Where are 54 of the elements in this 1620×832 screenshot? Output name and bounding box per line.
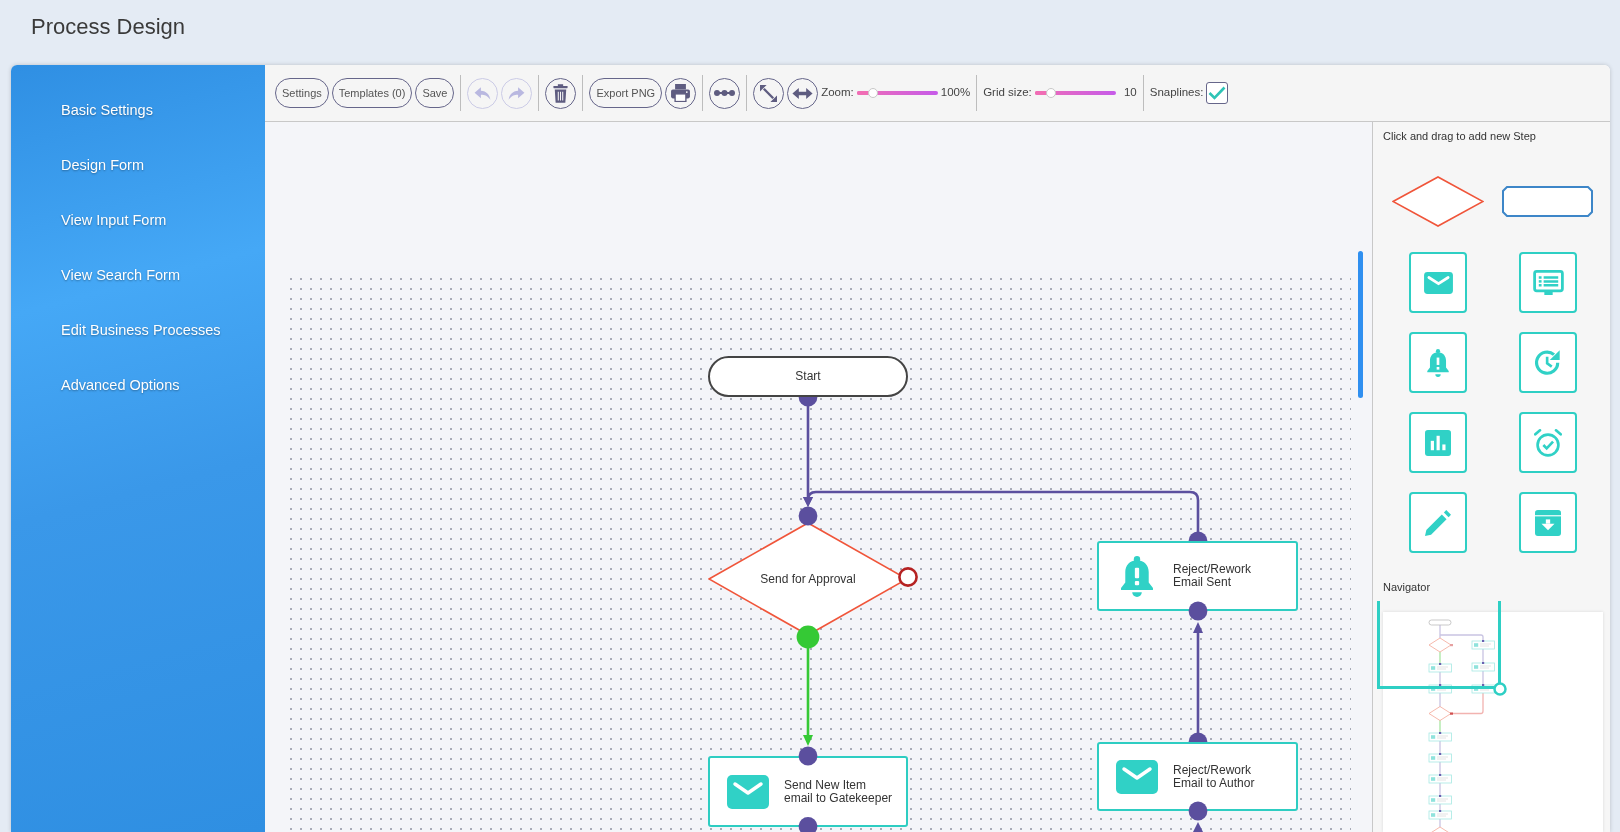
three-dots-line-icon bbox=[714, 90, 736, 96]
archive-box-icon bbox=[1535, 509, 1561, 536]
bell-icon bbox=[1121, 555, 1153, 597]
envelope-icon bbox=[1116, 759, 1158, 794]
envelope-icon bbox=[727, 774, 769, 809]
range-slider[interactable] bbox=[1034, 88, 1116, 98]
sidebar-link[interactable]: Basic Settings bbox=[61, 100, 153, 119]
range-slider[interactable] bbox=[856, 88, 938, 98]
envelope-icon bbox=[1423, 271, 1453, 294]
navigator-title: Navigator bbox=[1383, 580, 1431, 594]
sidebar-link[interactable]: View Search Form bbox=[61, 265, 180, 284]
diamond-icon[interactable] bbox=[1392, 176, 1484, 227]
rounded-rectangle-icon[interactable] bbox=[1502, 186, 1593, 217]
viewport-frame[interactable] bbox=[1377, 601, 1501, 689]
palette-hint: Click and drag to add new Step bbox=[1383, 129, 1536, 143]
slider-thumb[interactable] bbox=[867, 88, 878, 98]
checkbox-label: Snaplines: bbox=[1149, 85, 1204, 101]
sidebar-link[interactable]: Design Form bbox=[61, 155, 144, 174]
resize-handle[interactable] bbox=[1493, 682, 1507, 696]
node-label: Send New Item email to Gatekeeper bbox=[784, 778, 893, 805]
slider-label: Grid size: bbox=[983, 85, 1032, 101]
trash-icon bbox=[553, 83, 569, 103]
sidebar-link[interactable]: Advanced Options bbox=[61, 375, 180, 394]
node-label: Reject/Rework Email Sent bbox=[1173, 563, 1252, 589]
sidebar-link[interactable]: View Input Form bbox=[61, 210, 167, 229]
palette-tile[interactable] bbox=[1409, 252, 1467, 313]
slider-label: Zoom: bbox=[821, 85, 854, 101]
slider-thumb[interactable] bbox=[1045, 88, 1056, 98]
snaplines-checkbox[interactable] bbox=[1206, 82, 1229, 104]
slider-value: 10 bbox=[1122, 85, 1137, 101]
palette-tile[interactable] bbox=[1519, 332, 1577, 393]
printer-icon bbox=[671, 84, 691, 102]
node-label: Start bbox=[795, 370, 821, 383]
clock-arrow-icon bbox=[1535, 349, 1561, 376]
palette-tile[interactable] bbox=[1519, 252, 1577, 313]
node-label: Send for Approval bbox=[760, 572, 856, 586]
pencil-icon bbox=[1425, 509, 1451, 536]
slider-value: 100% bbox=[940, 85, 971, 101]
palette-tile[interactable] bbox=[1409, 492, 1467, 553]
sidebar-link[interactable]: Edit Business Processes bbox=[61, 320, 221, 339]
alarm-clock-check-icon bbox=[1534, 428, 1562, 457]
diagonal-arrows-icon bbox=[760, 84, 778, 102]
palette-tile[interactable] bbox=[1409, 332, 1467, 393]
monitor-list-icon bbox=[1532, 270, 1564, 295]
palette-tile[interactable] bbox=[1409, 412, 1467, 473]
palette-tile[interactable] bbox=[1519, 412, 1577, 473]
scrollbar-thumb[interactable] bbox=[1358, 251, 1363, 398]
node-label: Reject/Rework Email to Author bbox=[1173, 763, 1255, 790]
bell-icon bbox=[1427, 348, 1449, 377]
palette-tile[interactable] bbox=[1519, 492, 1577, 553]
page-title: Process Design bbox=[31, 15, 186, 39]
horizontal-arrows-icon bbox=[792, 87, 814, 99]
checkmark-icon bbox=[1208, 86, 1227, 100]
bar-chart-icon bbox=[1425, 429, 1451, 456]
